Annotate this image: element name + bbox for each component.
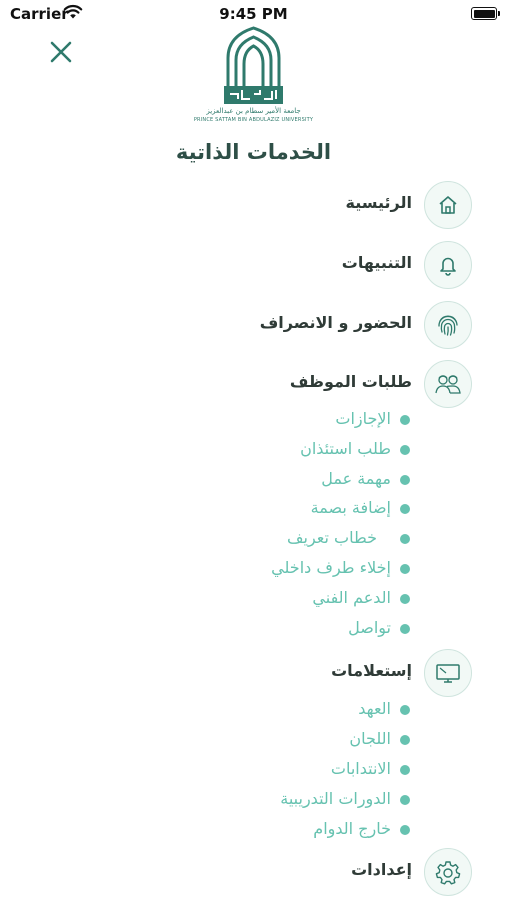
submenu-label: العهد (358, 699, 391, 718)
menu-label-home: الرئيسية (345, 193, 413, 212)
submenu-label: مهمة عمل (321, 469, 391, 488)
bullet-icon (400, 504, 410, 514)
submenu-label: الانتدابات (330, 759, 391, 778)
submenu-label: تواصل (348, 618, 391, 637)
submenu-label: خطاب تعريف (286, 528, 377, 547)
submenu-label: اللجان (349, 729, 391, 748)
submenu-item-custody[interactable]: العهد (0, 697, 507, 723)
bullet-icon (400, 765, 410, 775)
bullet-icon (400, 705, 410, 715)
submenu-label: خارج الدوام (313, 819, 391, 838)
menu-label-inquiries: إستعلامات (331, 661, 412, 680)
menu-item-notifications[interactable]: التنبيهات (0, 239, 507, 291)
logo-english-text: PRINCE SATTAM BIN ABDULAZIZ UNIVERSITY (193, 117, 314, 123)
submenu-label: الدعم الفني (312, 588, 391, 607)
submenu-label: طلب استئذان (300, 439, 391, 458)
submenu-label: إضافة بصمة (310, 498, 391, 517)
page-title: الخدمات الذاتية (175, 140, 332, 164)
menu-item-home[interactable]: الرئيسية (0, 179, 507, 231)
submenu-item-contact[interactable]: تواصل (0, 616, 507, 642)
bullet-icon (400, 475, 410, 485)
submenu-item-introduction-letter[interactable]: خطاب تعريف (0, 526, 507, 552)
home-icon (424, 181, 472, 229)
close-button[interactable] (48, 39, 76, 67)
menu-item-settings[interactable]: إعدادات (0, 846, 507, 898)
bullet-icon (400, 445, 410, 455)
submenu-item-secondments[interactable]: الانتدابات (0, 757, 507, 783)
submenu-item-overtime[interactable]: خارج الدوام (0, 817, 507, 843)
monitor-icon (424, 649, 472, 697)
bullet-icon (400, 415, 410, 425)
menu-item-inquiries[interactable]: إستعلامات (0, 647, 507, 699)
bullet-icon (400, 795, 410, 805)
close-icon (50, 41, 72, 63)
submenu-label: الإجازات (335, 409, 391, 428)
bullet-icon (400, 594, 410, 604)
bullet-icon (400, 825, 410, 835)
submenu-item-leaves[interactable]: الإجازات (0, 407, 507, 433)
menu-label-attendance: الحضور و الانصراف (259, 313, 412, 332)
menu-label-employee-requests: طلبات الموظف (289, 372, 412, 391)
gear-icon (424, 848, 472, 896)
clock: 9:45 PM (219, 5, 288, 23)
submenu-label: إخلاء طرف داخلي (271, 558, 391, 577)
menu-label-notifications: التنبيهات (341, 253, 412, 272)
submenu-item-technical-support[interactable]: الدعم الفني (0, 586, 507, 612)
submenu-item-committees[interactable]: اللجان (0, 727, 507, 753)
menu-item-attendance[interactable]: الحضور و الانصراف (0, 299, 507, 351)
bullet-icon (400, 534, 410, 544)
submenu-item-internal-clearance[interactable]: إخلاء طرف داخلي (0, 556, 507, 582)
submenu-item-add-fingerprint[interactable]: إضافة بصمة (0, 496, 507, 522)
menu-item-employee-requests[interactable]: طلبات الموظف (0, 358, 507, 410)
university-emblem-icon (224, 26, 283, 104)
fingerprint-icon (424, 301, 472, 349)
menu-label-settings: إعدادات (351, 860, 412, 879)
submenu-label: الدورات التدريبية (280, 789, 391, 808)
bullet-icon (400, 564, 410, 574)
bullet-icon (400, 735, 410, 745)
employees-icon (424, 360, 472, 408)
battery-icon (471, 7, 500, 20)
submenu-item-work-assignment[interactable]: مهمة عمل (0, 467, 507, 493)
university-logo: جامعة الأمير سطام بن عبدالعزيز PRINCE SA… (180, 24, 327, 123)
submenu-item-training-courses[interactable]: الدورات التدريبية (0, 787, 507, 813)
bullet-icon (400, 624, 410, 634)
logo-arabic-text: جامعة الأمير سطام بن عبدالعزيز (206, 107, 301, 115)
bell-icon (424, 241, 472, 289)
submenu-item-permission-request[interactable]: طلب استئذان (0, 437, 507, 463)
